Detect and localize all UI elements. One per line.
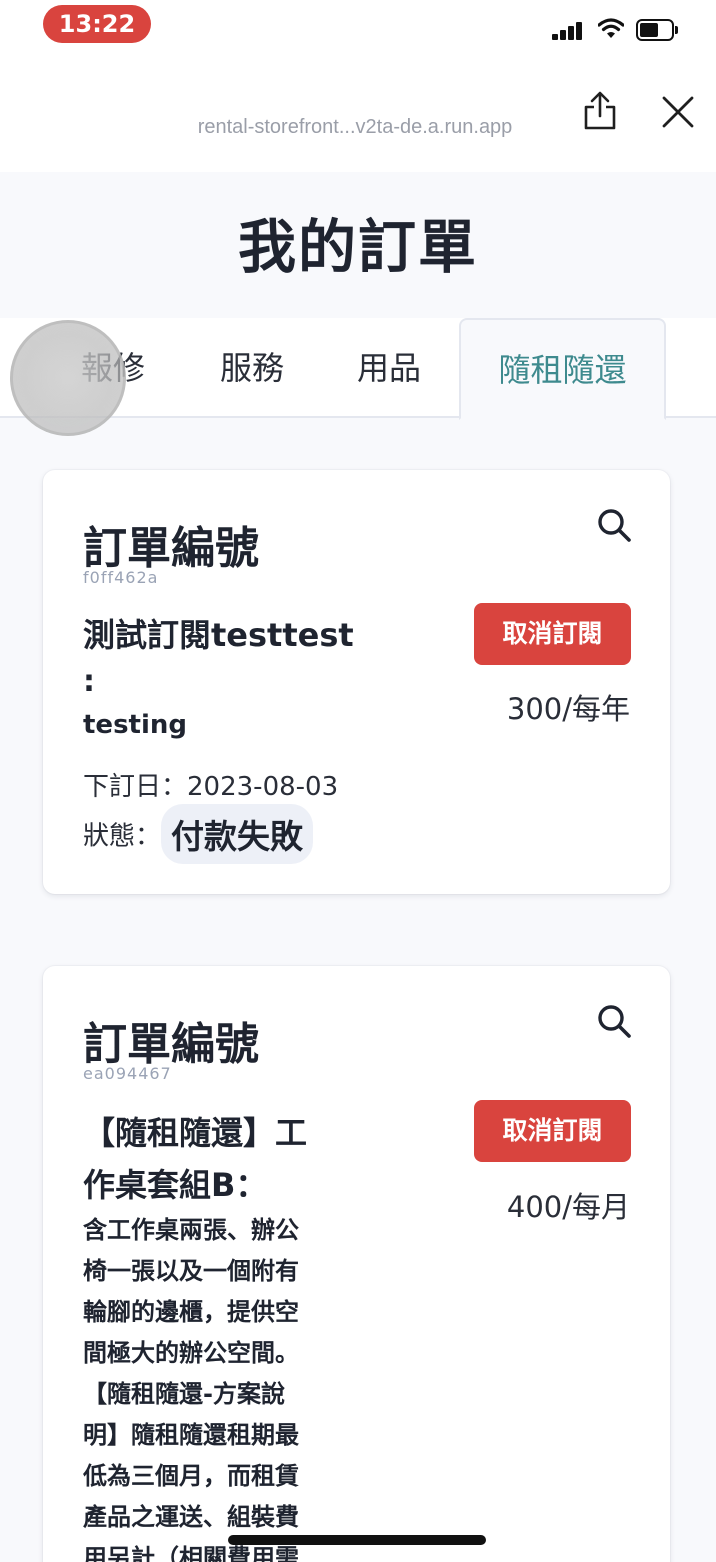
home-indicator: [228, 1535, 486, 1545]
touch-indicator: [10, 320, 126, 436]
tab-service[interactable]: 服務: [197, 318, 307, 418]
close-icon[interactable]: [658, 92, 698, 132]
order-date-label: 下訂日：: [83, 772, 188, 802]
cancel-subscription-button[interactable]: 取消訂閱: [474, 603, 631, 665]
description-line: 含工作桌兩張、辦公: [83, 1216, 299, 1244]
description-line: 低為三個月，而租賃: [83, 1462, 299, 1490]
description-line: 椅一張以及一個附有: [83, 1257, 299, 1285]
search-icon[interactable]: [595, 1002, 635, 1042]
browser-bar: rental-storefront...v2ta-de.a.run.app: [0, 52, 716, 172]
description-line: 【隨租隨還-方案說: [83, 1380, 285, 1408]
share-icon[interactable]: [580, 90, 620, 132]
status-label: 狀態：: [83, 821, 162, 852]
search-icon[interactable]: [595, 506, 635, 546]
cancel-subscription-button[interactable]: 取消訂閱: [474, 1100, 631, 1162]
tab-supplies[interactable]: 用品: [334, 318, 444, 418]
order-heading: 訂單編號: [83, 523, 259, 574]
product-subtitle: testing: [83, 710, 187, 740]
price: 300/每年: [506, 692, 630, 726]
signal-icon: [552, 22, 586, 40]
url-text[interactable]: rental-storefront...v2ta-de.a.run.app: [140, 116, 570, 139]
order-card: 訂單編號 f0ff462a 測試訂閱testtest : testing 取消訂…: [43, 470, 670, 894]
order-heading: 訂單編號: [83, 1019, 259, 1070]
description-line: 明】隨租隨還租期最: [83, 1421, 299, 1449]
product-title-colon: :: [83, 664, 95, 699]
status-bar: 13:22: [0, 0, 716, 52]
status-badge: 付款失敗: [161, 804, 314, 864]
price: 400/每月: [506, 1190, 630, 1224]
description-line: 輪腳的邊櫃，提供空: [83, 1298, 299, 1326]
product-title-line: 【隨租隨還】工: [83, 1114, 308, 1152]
wifi-icon: [598, 18, 624, 38]
order-date-row: 下訂日：2023-08-03: [83, 766, 338, 803]
battery-icon: [636, 19, 678, 41]
status-row: 狀態： 付款失敗: [83, 804, 314, 864]
order-id: ea094467: [83, 1064, 172, 1083]
description-line: 產品之運送、組裝費: [83, 1503, 299, 1531]
description-line: 間極大的辦公空間。: [83, 1339, 299, 1367]
page-title: 我的訂單: [237, 213, 478, 281]
order-id: f0ff462a: [83, 568, 159, 587]
order-date: 2023-08-03: [187, 772, 339, 802]
order-card: 訂單編號 ea094467 【隨租隨還】工 作桌套組B： 取消訂閱 400/每月…: [43, 966, 670, 1562]
tab-rent-anytime[interactable]: 隨租隨還: [459, 318, 666, 420]
product-title: 測試訂閱testtest: [83, 616, 354, 654]
status-time: 13:22: [43, 5, 151, 43]
product-title-line: 作桌套組B：: [83, 1166, 268, 1204]
